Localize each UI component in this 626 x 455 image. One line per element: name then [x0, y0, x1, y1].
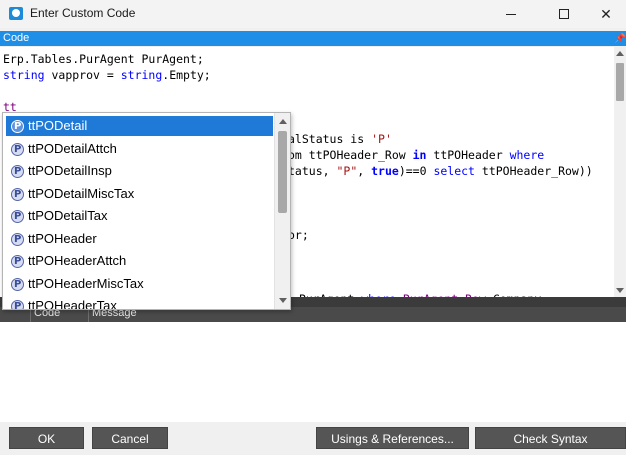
scroll-thumb[interactable] — [278, 131, 287, 213]
app-icon — [9, 7, 23, 20]
code-line: Erp.Tables.PurAgent PurAgent; — [3, 51, 204, 67]
autocomplete-item[interactable]: ttPOHeaderTax — [6, 296, 273, 310]
cancel-button[interactable]: Cancel — [92, 427, 168, 449]
autocomplete-item[interactable]: ttPODetailTax — [6, 206, 273, 227]
code-token: ttPOHeader — [426, 148, 510, 162]
property-icon — [11, 140, 24, 160]
autocomplete-item-label: ttPOHeaderTax — [28, 298, 117, 310]
autocomplete-item[interactable]: ttPOHeader — [6, 229, 273, 250]
property-icon — [11, 297, 24, 309]
autocomplete-item-label: ttPOHeaderAttch — [28, 253, 127, 268]
code-panel-title: Code — [3, 32, 30, 44]
messages-grid — [0, 322, 626, 422]
autocomplete-item[interactable]: ttPOHeaderAttch — [6, 251, 273, 272]
check-syntax-button[interactable]: Check Syntax — [475, 427, 626, 449]
code-token: or; — [288, 228, 309, 242]
autocomplete-item-label: ttPOHeader — [28, 230, 97, 246]
scroll-thumb[interactable] — [616, 63, 624, 101]
code-line: or; — [288, 227, 309, 243]
minimize-button[interactable] — [488, 0, 534, 28]
autocomplete-item[interactable]: ttPOHeaderMiscTax — [6, 274, 273, 295]
property-icon — [11, 230, 24, 250]
code-token: alStatus is — [288, 132, 372, 146]
autocomplete-item-label: ttPODetailAttch — [28, 140, 117, 156]
autocomplete-item[interactable]: ttPODetail — [6, 116, 273, 137]
code-token: .Empty; — [162, 68, 211, 82]
maximize-button[interactable] — [541, 0, 587, 28]
scroll-down-arrow-icon[interactable] — [616, 288, 624, 293]
code-line: alStatus is 'P' — [288, 131, 392, 147]
scroll-up-arrow-icon[interactable] — [616, 51, 624, 56]
ok-button[interactable]: OK — [9, 427, 84, 449]
autocomplete-item-label: ttPODetailTax — [28, 208, 108, 223]
property-icon — [11, 275, 24, 295]
code-token: om ttPOHeader_Row — [288, 148, 413, 162]
window-title: Enter Custom Code — [30, 6, 136, 20]
close-button[interactable]: ✕ — [586, 0, 626, 28]
autocomplete-scrollbar[interactable] — [274, 113, 290, 309]
title-bar: Enter Custom Code ✕ — [0, 0, 626, 28]
code-token: "P" — [336, 164, 358, 178]
code-token: string — [120, 68, 163, 82]
property-icon — [11, 117, 24, 137]
code-token: vapprov = — [44, 68, 121, 82]
minimize-icon — [506, 13, 516, 15]
autocomplete-item[interactable]: ttPODetailMiscTax — [6, 184, 273, 205]
close-icon: ✕ — [600, 5, 612, 22]
pin-icon[interactable]: 📌 — [615, 31, 626, 46]
code-token: )==0 — [398, 164, 434, 178]
maximize-icon — [559, 9, 569, 19]
code-token: select — [433, 164, 475, 178]
property-icon — [11, 207, 24, 227]
autocomplete-item-label: ttPODetail — [28, 118, 88, 133]
code-token: true — [371, 164, 399, 178]
code-token: in — [412, 148, 427, 162]
code-line: string vapprov = string.Empty; — [3, 67, 211, 83]
autocomplete-item[interactable]: ttPODetailInsp — [6, 161, 273, 182]
code-token: Erp.Tables.PurAgent PurAgent; — [3, 52, 204, 66]
property-icon — [11, 252, 24, 272]
autocomplete-item-label: ttPODetailMiscTax — [28, 185, 135, 201]
property-icon — [11, 185, 24, 205]
code-token: string — [3, 68, 45, 82]
code-line: tatus, "P", true)==0 select ttPOHeader_R… — [288, 163, 593, 179]
autocomplete-popup[interactable]: ttPOHeaderTax ttPOHeaderMiscTax ttPOHeader… — [2, 112, 291, 310]
code-line: om ttPOHeader_Row in ttPOHeader where — [288, 147, 544, 163]
code-token: ttPOHeader_Row)) — [474, 164, 593, 178]
code-panel-header: Code 📌 — [0, 31, 626, 46]
autocomplete-item-label: ttPOHeaderMiscTax — [28, 275, 144, 291]
editor-vertical-scrollbar[interactable] — [614, 47, 626, 297]
code-token: 'P' — [371, 132, 392, 146]
property-icon — [11, 162, 24, 182]
code-token: tatus, — [288, 164, 337, 178]
dialog-footer: OK Cancel Usings & References... Check S… — [0, 422, 626, 455]
autocomplete-item-label: ttPODetailInsp — [28, 163, 112, 178]
code-token: , — [357, 164, 372, 178]
code-token: where — [509, 148, 545, 162]
scroll-up-arrow-icon[interactable] — [279, 119, 287, 124]
usings-references-button[interactable]: Usings & References... — [316, 427, 469, 449]
scroll-down-arrow-icon[interactable] — [279, 298, 287, 303]
autocomplete-item[interactable]: ttPODetailAttch — [6, 139, 273, 160]
